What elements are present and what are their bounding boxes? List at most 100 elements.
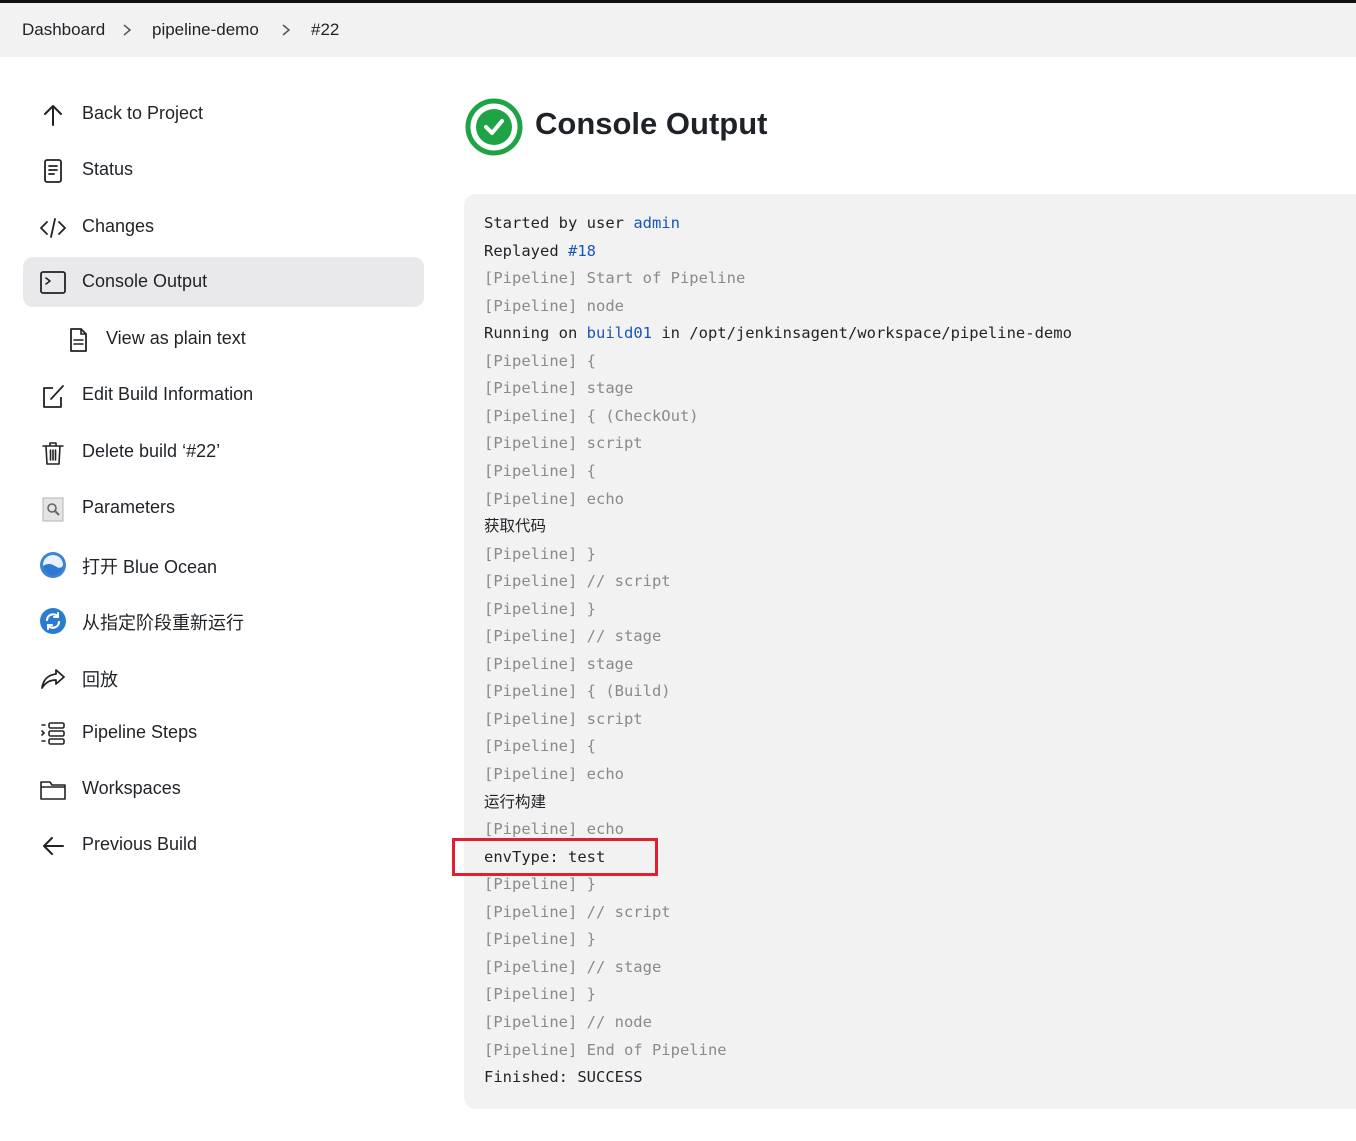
sidebar-item-label: Changes <box>82 216 155 236</box>
console-line-text: [Pipeline] // stage <box>484 957 662 976</box>
console-line-text: [Pipeline] { <box>484 351 596 370</box>
console-line-text: [Pipeline] echo <box>484 765 624 783</box>
sidebar-item-blue-ocean[interactable]: 打开 Blue Ocean <box>23 539 424 589</box>
console-line-text: [Pipeline] script <box>484 709 643 728</box>
console-line-text: [Pipeline] node <box>484 296 624 315</box>
folder-icon <box>39 776 67 804</box>
sidebar-item-changes[interactable]: Changes <box>23 202 424 252</box>
console-line-text: 运行构建 <box>484 792 547 811</box>
console-line: [Pipeline] // script <box>484 569 671 593</box>
sidebar-item-label: 回放 <box>82 670 118 690</box>
console-line-text: [Pipeline] stage <box>484 379 634 398</box>
console-line-text: [Pipeline] stage <box>484 654 634 673</box>
chevron-right-icon <box>279 23 293 37</box>
console-line-text: [Pipeline] { (Build) <box>484 682 671 701</box>
sidebar-item-workspaces[interactable]: Workspaces <box>23 764 424 814</box>
sidebar-item-label: Back to Project <box>82 103 204 123</box>
console-line: [Pipeline] Start of Pipeline <box>484 266 745 290</box>
sidebar-item-label: Pipeline Steps <box>82 722 198 742</box>
arrow-left-icon <box>39 832 67 860</box>
console-line: [Pipeline] } <box>484 927 596 951</box>
console-line: [Pipeline] { (Build) <box>484 679 671 703</box>
console-line: [Pipeline] // node <box>484 1010 652 1034</box>
console-output: Started by user admin Replayed #18 [Pipeli… <box>464 194 1356 1109</box>
sidebar-item-label: Workspaces <box>82 778 181 798</box>
console-link[interactable]: #18 <box>568 242 596 260</box>
console-line: [Pipeline] echo <box>484 487 624 511</box>
console-line-text: [Pipeline] // script <box>484 572 671 591</box>
code-icon <box>39 214 67 242</box>
console-line: [Pipeline] { <box>484 349 596 373</box>
console-line-text: [Pipeline] echo <box>484 820 624 839</box>
console-line: [Pipeline] script <box>484 431 643 455</box>
console-line: Running on build01 in /opt/jenkinsagent/… <box>484 321 1072 345</box>
console-line-text: [Pipeline] } <box>484 875 596 894</box>
success-check-icon <box>465 98 523 156</box>
console-line: [Pipeline] } <box>484 597 596 621</box>
sidebar-item-label: Parameters <box>82 497 176 517</box>
arrow-up-icon <box>39 101 67 129</box>
sidebar-item-label: View as plain text <box>106 328 246 348</box>
sidebar-item-label: Status <box>82 159 134 179</box>
console-line: [Pipeline] stage <box>484 376 633 400</box>
sidebar-item-label: Delete build ‘#22’ <box>82 441 221 461</box>
sidebar-item-console-output[interactable]: Console Output <box>23 257 424 307</box>
sidebar-item-delete-build[interactable]: Delete build ‘#22’ <box>23 427 424 477</box>
terminal-icon <box>39 269 67 297</box>
console-line-text: 获取代码 <box>484 517 547 536</box>
trash-icon <box>39 439 67 467</box>
parameters-icon <box>39 495 67 523</box>
breadcrumb-build-22[interactable]: #22 <box>311 20 339 40</box>
console-link[interactable]: admin <box>633 214 680 232</box>
highlight-box <box>452 838 658 876</box>
console-line: Replayed #18 <box>484 239 596 263</box>
sidebar-item-status[interactable]: Status <box>23 145 424 195</box>
console-line: [Pipeline] { <box>484 459 596 483</box>
chevron-right-icon <box>120 23 134 37</box>
sidebar-item-pipeline-steps[interactable]: Pipeline Steps <box>23 708 424 758</box>
sidebar-item-edit-build-info[interactable]: Edit Build Information <box>23 370 424 420</box>
console-line-text: [Pipeline] echo <box>484 489 624 508</box>
blue-ocean-icon <box>39 551 67 579</box>
console-line: Finished: SUCCESS <box>484 1065 643 1089</box>
sidebar-item-restart-stage[interactable]: 从指定阶段重新运行 <box>23 595 424 645</box>
sidebar-item-view-plain-text[interactable]: View as plain text <box>23 314 424 364</box>
console-line-text: [Pipeline] { (CheckOut) <box>484 406 699 425</box>
console-link[interactable]: build01 <box>587 324 652 342</box>
console-line-text: [Pipeline] } <box>484 544 596 563</box>
page-title: Console Output <box>535 106 768 141</box>
console-line: [Pipeline] } <box>484 982 596 1006</box>
console-line-text: [Pipeline] } <box>484 985 596 1004</box>
breadcrumb-pipeline-demo[interactable]: pipeline-demo <box>152 20 259 40</box>
console-line: [Pipeline] // script <box>484 900 671 924</box>
console-line-text: [Pipeline] End of Pipeline <box>484 1040 727 1059</box>
console-line: [Pipeline] { (CheckOut) <box>484 404 699 428</box>
console-line: Started by user admin <box>484 211 680 235</box>
sidebar-item-back-to-project[interactable]: Back to Project <box>23 89 424 139</box>
console-line-text: Finished: SUCCESS <box>484 1068 643 1087</box>
console-line-text: [Pipeline] { <box>484 737 596 756</box>
console-line-text: [Pipeline] // stage <box>484 627 662 646</box>
console-line: 运行构建 <box>484 790 546 814</box>
console-line-text: [Pipeline] } <box>484 930 596 949</box>
sidebar-item-label: Edit Build Information <box>82 384 254 404</box>
edit-icon <box>39 382 67 410</box>
document-icon <box>39 157 67 185</box>
sidebar-item-previous-build[interactable]: Previous Build <box>23 820 424 870</box>
console-line-text: Running on <box>484 324 587 343</box>
sidebar-item-label: 打开 Blue Ocean <box>82 557 218 577</box>
sidebar-item-parameters[interactable]: Parameters <box>23 483 424 533</box>
console-line: [Pipeline] // stage <box>484 955 661 979</box>
restart-stage-icon <box>39 607 67 635</box>
sidebar-item-replay[interactable]: 回放 <box>23 652 424 702</box>
console-line-text: [Pipeline] } <box>484 599 596 618</box>
console-line: [Pipeline] script <box>484 707 643 731</box>
console-line: [Pipeline] node <box>484 294 624 318</box>
list-icon <box>39 720 67 748</box>
sidebar-item-label: Previous Build <box>82 834 198 854</box>
sidebar-item-label: Console Output <box>82 271 208 291</box>
breadcrumb-dashboard[interactable]: Dashboard <box>22 20 105 40</box>
console-line: [Pipeline] End of Pipeline <box>484 1038 727 1062</box>
console-line-text: [Pipeline] { <box>484 461 596 480</box>
console-line-text: [Pipeline] // script <box>484 902 671 921</box>
